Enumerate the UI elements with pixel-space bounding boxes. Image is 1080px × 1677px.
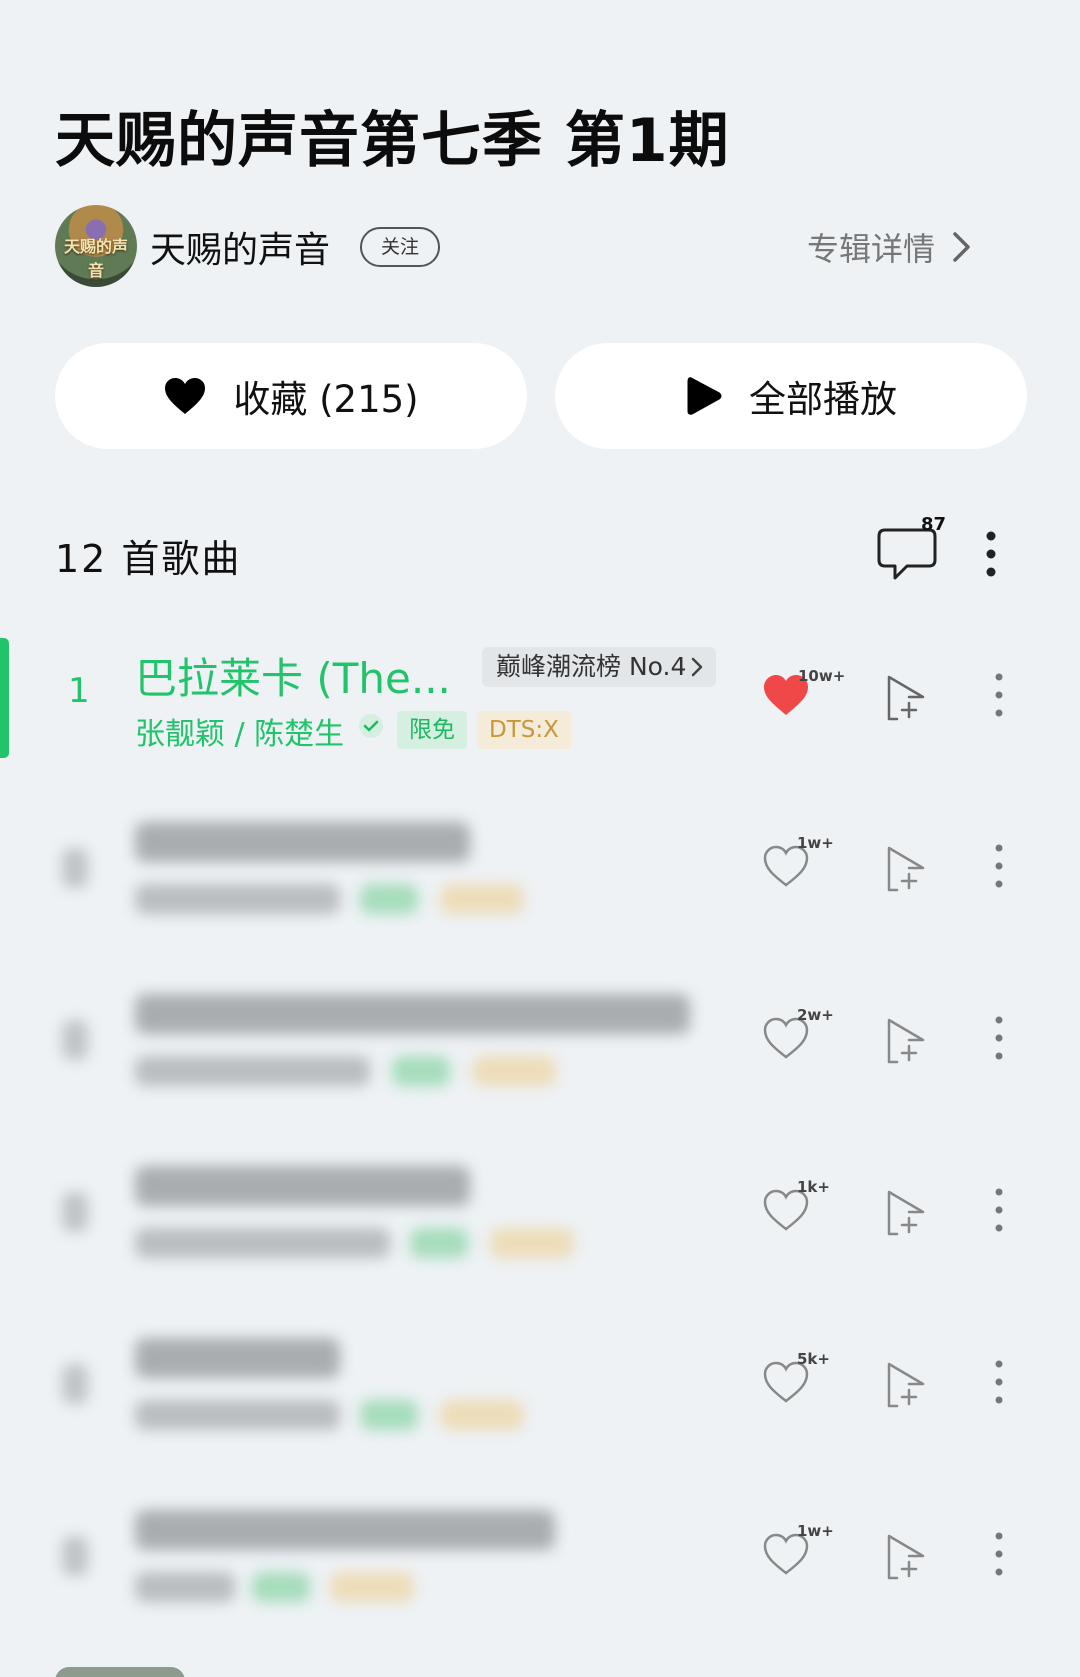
blurred-artists [135, 1056, 370, 1086]
like-count: 5k+ [797, 1350, 830, 1368]
blurred-index [62, 1192, 88, 1232]
blurred-tag [490, 1228, 574, 1258]
chevron-right-icon [692, 657, 703, 677]
like-count: 1w+ [797, 834, 834, 852]
more-vertical-icon[interactable] [993, 1530, 1005, 1578]
blurred-artists [135, 1572, 235, 1602]
song-row[interactable]: 1w+ [0, 804, 1080, 954]
play-all-button[interactable]: 全部播放 [555, 343, 1027, 449]
blurred-artists [135, 1400, 340, 1430]
favorite-button[interactable]: 收藏 (215) [55, 343, 527, 449]
mini-player-cover[interactable] [55, 1667, 185, 1677]
blurred-tag [330, 1572, 414, 1602]
blurred-artists [135, 1228, 390, 1258]
blurred-title [135, 822, 470, 862]
like-count: 1w+ [797, 1522, 834, 1540]
song-row[interactable]: 1 巴拉莱卡 (The... 巅峰潮流榜 No.4 张靓颖 / 陈楚生 限免 D… [0, 633, 1080, 783]
follow-button[interactable]: 关注 [360, 227, 440, 267]
blurred-tag [360, 884, 418, 914]
song-row[interactable]: 5k+ [0, 1320, 1080, 1470]
blurred-title [135, 1338, 340, 1378]
heart-icon [165, 378, 206, 414]
album-detail-link[interactable]: 专辑详情 [807, 224, 973, 270]
album-title: 天赐的声音第七季 第1期 [55, 106, 730, 176]
favorite-label: 收藏 (215) [233, 378, 419, 421]
artist-row: 天赐的声音 天赐的声音 关注 专辑详情 [55, 205, 1025, 289]
blurred-tag [360, 1400, 418, 1430]
blurred-tag [392, 1056, 450, 1086]
song-row[interactable]: 1w+ [0, 1492, 1080, 1642]
blurred-index [62, 848, 88, 888]
blurred-tag [440, 1400, 524, 1430]
song-index: 1 [68, 671, 90, 711]
play-icon [687, 377, 722, 415]
album-page: 天赐的声音第七季 第1期 天赐的声音 天赐的声音 关注 专辑详情 收藏 (215… [0, 0, 1080, 1677]
avatar[interactable]: 天赐的声音 [55, 205, 137, 287]
song-row[interactable]: 2w+ [0, 976, 1080, 1126]
blurred-index [62, 1536, 88, 1576]
add-to-playlist-icon[interactable] [885, 844, 927, 892]
more-vertical-icon[interactable] [993, 671, 1005, 719]
more-vertical-icon[interactable] [993, 1014, 1005, 1062]
verified-icon [359, 714, 383, 738]
chevron-right-icon [953, 232, 970, 262]
play-all-label: 全部播放 [749, 378, 897, 421]
free-tag: 限免 [397, 711, 467, 749]
like-count: 2w+ [797, 1006, 834, 1024]
more-vertical-icon[interactable] [985, 530, 997, 578]
song-count: 12 首歌曲 [55, 537, 242, 581]
song-artists: 张靓颖 / 陈楚生 [135, 717, 345, 752]
blurred-index [62, 1364, 88, 1404]
blurred-title [135, 1510, 555, 1550]
blurred-artists [135, 884, 340, 914]
blurred-title [135, 1166, 470, 1206]
quality-tag: DTS:X [477, 711, 571, 749]
add-to-playlist-icon[interactable] [885, 1532, 927, 1580]
blurred-tag [472, 1056, 556, 1086]
chart-rank-label: 巅峰潮流榜 No.4 [496, 652, 687, 681]
like-count: 1k+ [797, 1178, 830, 1196]
more-vertical-icon[interactable] [993, 1358, 1005, 1406]
blurred-tag [410, 1228, 468, 1258]
blurred-index [62, 1020, 88, 1060]
artist-name[interactable]: 天赐的声音 [150, 221, 330, 273]
song-list-header: 12 首歌曲 87 [55, 514, 1025, 581]
song-row[interactable]: 1k+ [0, 1148, 1080, 1298]
more-vertical-icon[interactable] [993, 842, 1005, 890]
add-to-playlist-icon[interactable] [885, 1016, 927, 1064]
add-to-playlist-icon[interactable] [885, 673, 927, 721]
blurred-tag [252, 1572, 310, 1602]
chart-rank-tag[interactable]: 巅峰潮流榜 No.4 [482, 647, 717, 687]
add-to-playlist-icon[interactable] [885, 1188, 927, 1236]
add-to-playlist-icon[interactable] [885, 1360, 927, 1408]
album-detail-label: 专辑详情 [806, 230, 935, 268]
blurred-tag [440, 884, 524, 914]
blurred-title [135, 994, 690, 1034]
comment-count: 87 [921, 514, 947, 535]
song-title: 巴拉莱卡 (The... [135, 654, 451, 703]
more-vertical-icon[interactable] [993, 1186, 1005, 1234]
avatar-logo-text: 天赐的声音 [63, 237, 128, 280]
like-count: 10w+ [798, 667, 846, 685]
